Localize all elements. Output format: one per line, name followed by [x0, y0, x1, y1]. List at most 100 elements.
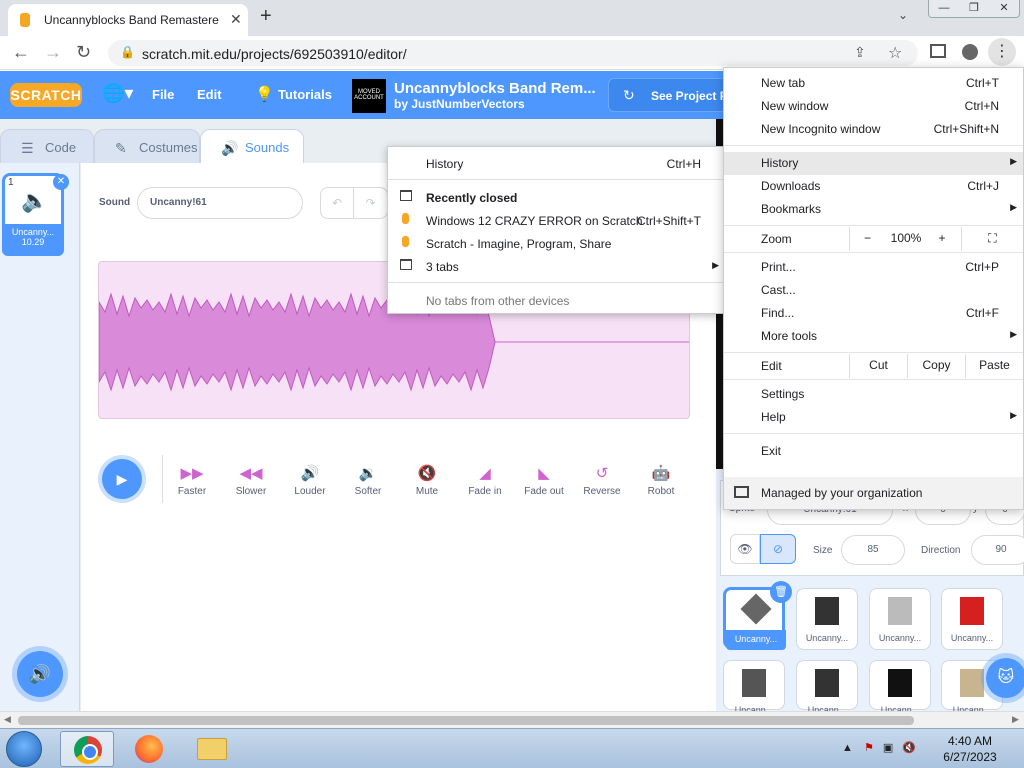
- menu-item-history[interactable]: History ▶: [724, 152, 1023, 175]
- tab-code[interactable]: ☰ Code: [0, 129, 94, 163]
- see-project-icon: ↻: [623, 87, 635, 103]
- taskbar-chrome-button[interactable]: [60, 731, 114, 767]
- browser-tab[interactable]: Uncannyblocks Band Remastere ✕: [8, 4, 248, 36]
- sound-name-input[interactable]: Uncanny!61: [137, 187, 303, 219]
- effect-fade-in-button[interactable]: ◢ Fade in: [455, 464, 515, 497]
- redo-button[interactable]: ↷: [354, 187, 388, 219]
- bookmark-star-icon[interactable]: ☆: [888, 43, 902, 63]
- lock-icon[interactable]: 🔒: [120, 45, 135, 59]
- effect-louder-button[interactable]: 🔊 Louder: [280, 464, 340, 497]
- profile-avatar-icon[interactable]: [962, 44, 978, 60]
- effect-label: Softer: [354, 486, 382, 497]
- effect-robot-button[interactable]: 🤖 Robot: [631, 464, 691, 497]
- tab-search-icon[interactable]: ⌄: [898, 8, 908, 22]
- chrome-menu-kebab-icon[interactable]: ⋮: [988, 38, 1016, 66]
- tab-costumes[interactable]: ✎ Costumes: [94, 129, 200, 163]
- hide-sprite-eye-icon[interactable]: ⊘: [760, 534, 796, 564]
- edit-menu[interactable]: Edit: [197, 87, 222, 102]
- forward-arrow-icon[interactable]: →: [44, 42, 62, 63]
- scroll-right-arrow-icon[interactable]: ▶: [1012, 714, 1019, 725]
- copy-button[interactable]: Copy: [907, 354, 965, 378]
- paste-button[interactable]: Paste: [965, 354, 1023, 378]
- project-title[interactable]: Uncannyblocks Band Rem...: [394, 80, 596, 97]
- reload-icon[interactable]: ↻: [76, 42, 91, 63]
- side-panel-icon[interactable]: [930, 44, 946, 58]
- menu-item-help[interactable]: Help ▶: [724, 406, 1023, 429]
- add-sound-button[interactable]: 🔊: [17, 651, 63, 697]
- direction-input[interactable]: 90: [971, 535, 1024, 565]
- tabs-group-item[interactable]: 3 tabs ▶: [388, 255, 725, 278]
- scrollbar-thumb[interactable]: [18, 716, 914, 725]
- delete-sound-icon[interactable]: ✕: [53, 174, 69, 190]
- action-center-icon[interactable]: ⚑: [864, 742, 874, 754]
- taskbar-firefox-button[interactable]: [122, 731, 176, 767]
- undo-button[interactable]: ↶: [320, 187, 354, 219]
- taskbar-explorer-button[interactable]: [184, 731, 238, 767]
- volume-muted-icon[interactable]: 🔇: [902, 742, 916, 754]
- tab-close-icon[interactable]: ✕: [230, 11, 242, 28]
- add-sprite-button[interactable]: 🐱: [986, 658, 1024, 698]
- menu-item-exit[interactable]: Exit: [724, 440, 1023, 463]
- recently-closed-item[interactable]: Windows 12 CRAZY ERROR on Scratch Ctrl+S…: [388, 209, 725, 232]
- show-hidden-icons-icon[interactable]: ▲: [842, 742, 853, 754]
- delete-sprite-icon[interactable]: 🗑: [770, 581, 792, 603]
- recently-closed-item[interactable]: Scratch - Imagine, Program, Share: [388, 232, 725, 255]
- size-input[interactable]: 85: [841, 535, 905, 565]
- menu-item-new-tab[interactable]: New tab Ctrl+T: [724, 72, 1023, 95]
- menu-item-downloads[interactable]: Downloads Ctrl+J: [724, 175, 1023, 198]
- tab-sounds[interactable]: 🔊 Sounds: [200, 129, 304, 163]
- sprite-tile[interactable]: Uncann...: [869, 660, 931, 715]
- menu-item-more-tools[interactable]: More tools ▶: [724, 325, 1023, 348]
- play-sound-button[interactable]: ▶: [102, 459, 142, 499]
- scroll-left-arrow-icon[interactable]: ◀: [4, 714, 11, 725]
- sprite-tile[interactable]: Uncann...: [723, 660, 785, 715]
- submenu-arrow-icon: ▶: [1010, 329, 1017, 339]
- share-icon[interactable]: ⇪: [854, 44, 866, 61]
- taskbar-clock[interactable]: 4:40 AM 6/27/2023: [930, 733, 1010, 765]
- fullscreen-icon[interactable]: ⛶: [961, 227, 1023, 251]
- sound-number: 1: [8, 177, 14, 188]
- firefox-icon: [135, 735, 163, 763]
- restore-button[interactable]: ❐: [959, 0, 989, 17]
- address-bar[interactable]: 🔒 scratch.mit.edu/projects/692503910/edi…: [108, 40, 918, 66]
- project-author[interactable]: by JustNumberVectors: [394, 97, 525, 111]
- menu-item-print[interactable]: Print... Ctrl+P: [724, 256, 1023, 279]
- close-window-button[interactable]: ✕: [989, 0, 1019, 17]
- effect-mute-button[interactable]: 🔇 Mute: [397, 464, 457, 497]
- recently-closed-label: Recently closed: [426, 191, 518, 205]
- menu-item-incognito[interactable]: New Incognito window Ctrl+Shift+N: [724, 118, 1023, 141]
- sprite-tile[interactable]: Uncann...: [796, 660, 858, 715]
- sprite-tile[interactable]: Uncanny...: [941, 588, 1003, 650]
- show-sprite-eye-icon[interactable]: 👁: [730, 534, 760, 564]
- effect-slower-button[interactable]: ◀◀ Slower: [221, 464, 281, 497]
- scratch-logo[interactable]: SCRATCH: [10, 83, 82, 107]
- menu-item-bookmarks[interactable]: Bookmarks ▶: [724, 198, 1023, 221]
- menu-item-managed[interactable]: Managed by your organization: [724, 477, 1023, 509]
- new-tab-button[interactable]: +: [260, 5, 272, 28]
- menu-item-new-window[interactable]: New window Ctrl+N: [724, 95, 1023, 118]
- menu-item-settings[interactable]: Settings: [724, 383, 1023, 406]
- effect-reverse-button[interactable]: ↺ Reverse: [572, 464, 632, 497]
- file-menu[interactable]: File: [152, 87, 174, 102]
- language-globe-icon[interactable]: 🌐▾: [102, 83, 133, 104]
- minimize-button[interactable]: —: [929, 0, 959, 17]
- recently-closed-label: Windows 12 CRAZY ERROR on Scratch: [426, 214, 643, 228]
- sprite-tile[interactable]: Uncanny...: [796, 588, 858, 650]
- sprite-tile[interactable]: Uncanny...: [869, 588, 931, 650]
- horizontal-scrollbar[interactable]: ◀ ▶: [0, 711, 1024, 728]
- start-button[interactable]: [6, 731, 42, 767]
- zoom-in-button[interactable]: +: [927, 227, 957, 251]
- effect-fade-out-button[interactable]: ◣ Fade out: [514, 464, 574, 497]
- zoom-out-button[interactable]: −: [849, 227, 885, 251]
- menu-item-find[interactable]: Find... Ctrl+F: [724, 302, 1023, 325]
- back-arrow-icon[interactable]: ←: [12, 42, 30, 63]
- cut-button[interactable]: Cut: [849, 354, 907, 378]
- sound-tile[interactable]: 1 ✕ 🔈 Uncanny... 10.29: [2, 173, 69, 256]
- see-project-page-button[interactable]: ↻ See Project P: [608, 78, 738, 112]
- tutorials-menu[interactable]: Tutorials: [278, 87, 332, 102]
- history-item[interactable]: History Ctrl+H: [388, 152, 725, 175]
- effect-faster-button[interactable]: ▶▶ Faster: [162, 464, 222, 497]
- effect-softer-button[interactable]: 🔉 Softer: [338, 464, 398, 497]
- network-icon[interactable]: ▣: [883, 742, 893, 754]
- menu-item-cast[interactable]: Cast...: [724, 279, 1023, 302]
